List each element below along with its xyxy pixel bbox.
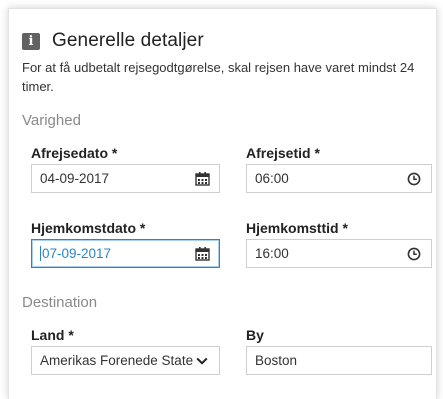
calendar-icon[interactable] [193,170,211,188]
country-label: Land * [31,327,74,343]
departure-date-input[interactable]: 04-09-2017 [31,164,220,193]
return-date-input[interactable]: 07-09-2017 [31,239,220,268]
city-input[interactable]: Boston [246,346,432,375]
clock-icon[interactable] [405,170,423,188]
departure-date-label: Afrejsedato * [31,145,118,161]
country-select[interactable]: Amerikas Forenede Stater [31,346,220,375]
panel-title: Generelle detaljer [52,30,204,51]
city-label: By [246,327,264,343]
calendar-icon[interactable] [193,245,211,263]
intro-text: For at få udbetalt rejsegodtgørelse, ska… [22,60,415,94]
departure-time-label: Afrejsetid * [246,145,320,161]
departure-time-input[interactable]: 06:00 [246,164,432,193]
return-time-input[interactable]: 16:00 [246,239,432,268]
panel-header: i Generelle detaljer [22,30,204,52]
return-time-label: Hjemkomsttid * [246,220,348,236]
text-caret [40,246,41,262]
chevron-down-icon[interactable] [193,352,211,370]
info-icon: i [22,32,40,50]
clock-icon[interactable] [405,245,423,263]
return-date-label: Hjemkomstdato * [31,220,146,236]
section-heading-varighed: Varighed [22,112,81,129]
section-heading-destination: Destination [22,294,98,311]
